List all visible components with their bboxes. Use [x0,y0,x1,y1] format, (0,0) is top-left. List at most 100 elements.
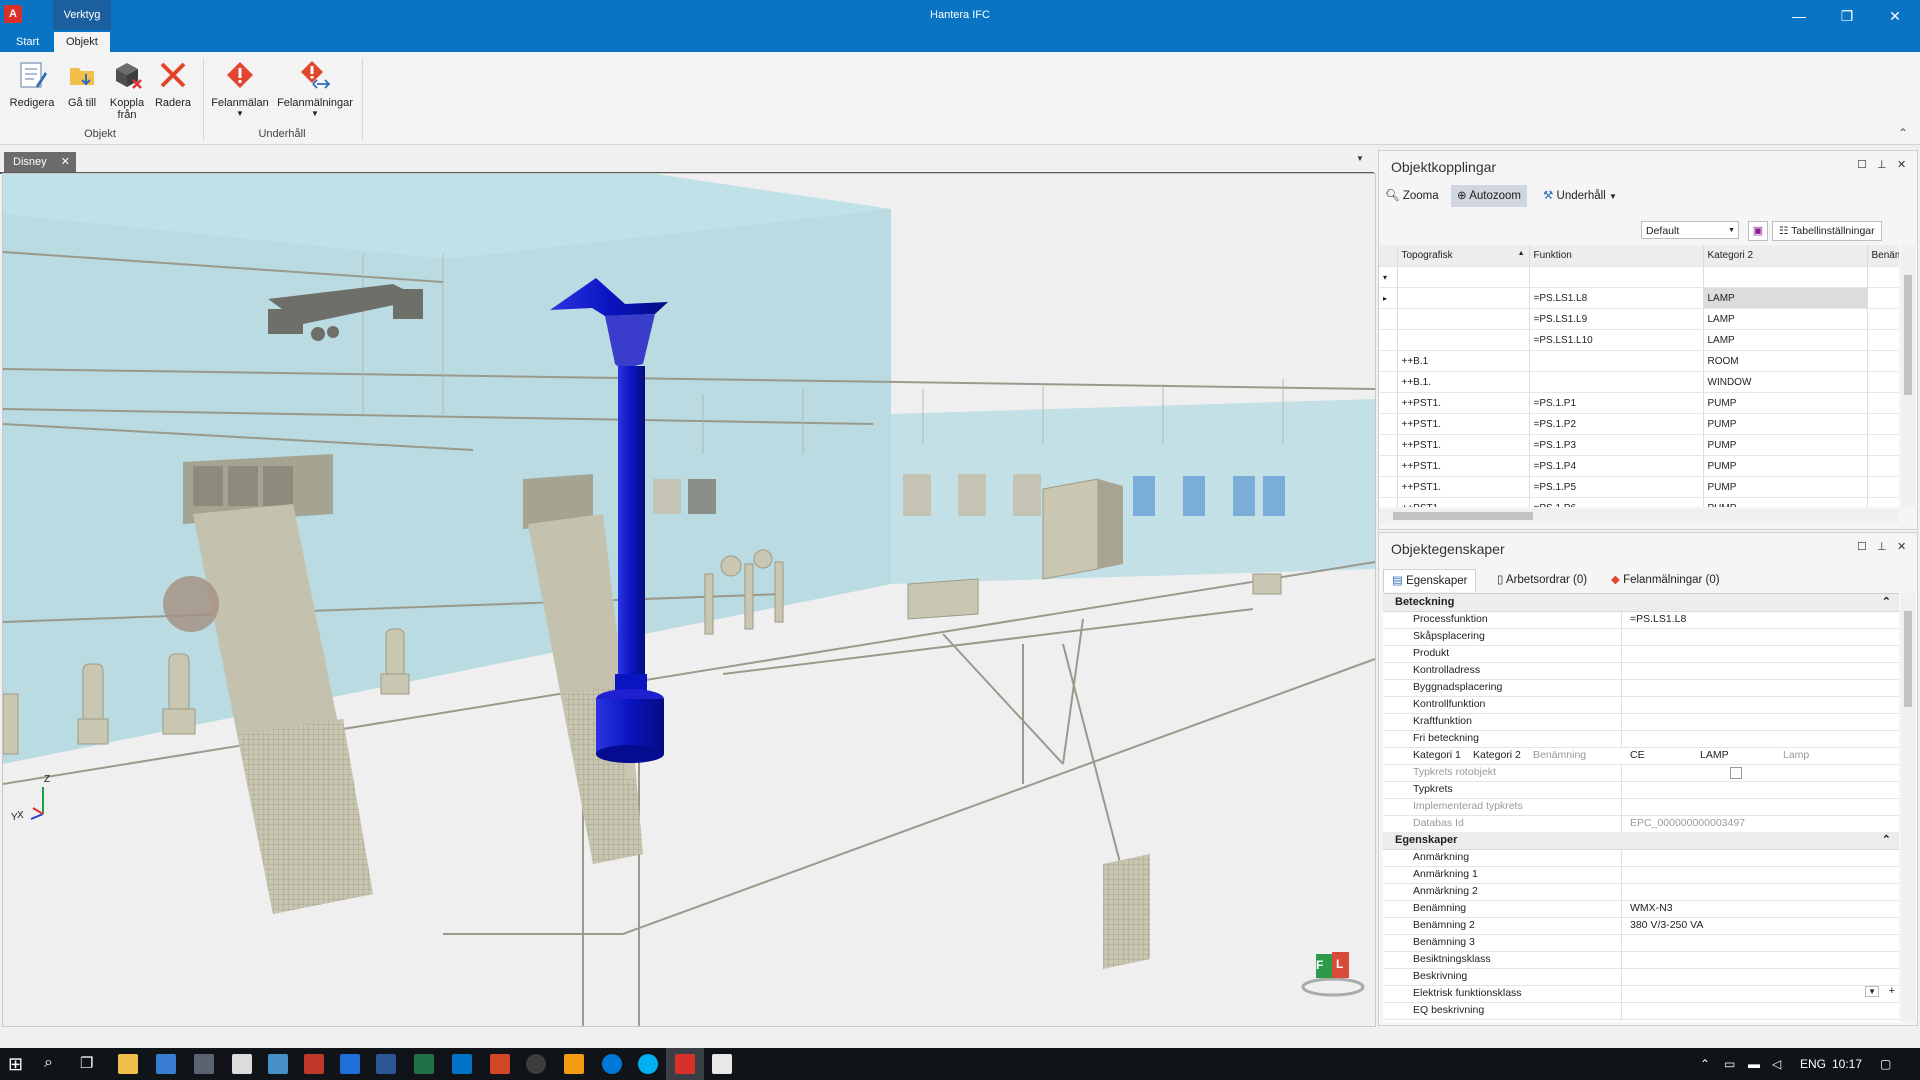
add-icon[interactable]: + [1889,985,1895,997]
property-row[interactable]: Kraftfunktion [1383,713,1899,731]
links-vertical-scrollbar[interactable] [1901,245,1915,507]
collapse-group-icon[interactable]: ⌃ [1882,833,1891,846]
property-row[interactable]: Processfunktion =PS.LS1.L8 [1383,611,1899,629]
property-row[interactable]: Anmärkning 1 [1383,866,1899,884]
fault-report-button[interactable]: Felanmälan ▼ [208,60,272,128]
powerpoint-icon[interactable] [490,1054,510,1074]
task-view-icon[interactable]: ❐ [80,1054,93,1072]
pin-panel-icon[interactable]: ⊥ [1877,158,1887,171]
outlook-app-icon[interactable] [340,1054,360,1074]
property-row[interactable]: Anmärkning 2 [1383,883,1899,901]
property-row[interactable]: Fri beteckning [1383,730,1899,748]
zoom-button[interactable]: 🔍︎ Zooma [1385,185,1439,207]
property-row[interactable]: Typkrets [1383,781,1899,799]
battery-icon[interactable]: ▬ [1748,1048,1760,1080]
col-kategori2[interactable]: Kategori 2 [1703,245,1868,267]
property-row[interactable]: Databas Id EPC_000000000003497 [1383,815,1899,833]
property-row[interactable]: EQ beskrivning [1383,1002,1899,1020]
table-row[interactable]: ++PST1. =PS.1.P2 PUMP [1379,413,1899,435]
property-value[interactable]: EPC_000000000003497 [1630,817,1745,829]
app-icon[interactable] [156,1054,176,1074]
hantera-ifc-icon[interactable] [675,1054,695,1074]
property-row[interactable]: Typkrets rotobjekt [1383,764,1899,782]
property-row[interactable]: Byggnadsplacering [1383,679,1899,697]
property-row[interactable]: Skåpsplacering [1383,628,1899,646]
property-value[interactable]: =PS.LS1.L8 [1630,613,1686,625]
collapse-ribbon-icon[interactable]: ⌃ [1898,126,1908,140]
property-row[interactable]: Anmärkning [1383,849,1899,867]
tab-egenskaper[interactable]: ▤ Egenskaper [1383,569,1477,592]
settings-app-icon[interactable] [194,1054,214,1074]
table-row[interactable]: ▸ =PS.LS1.L8 LAMP [1379,287,1899,309]
edge-icon[interactable] [602,1054,622,1074]
fault-reports-button[interactable]: Felanmälningar ▼ [276,60,354,128]
collapse-group-icon[interactable]: ⌃ [1882,595,1891,608]
table-settings-button[interactable]: ☷ Tabellinställningar [1772,221,1882,241]
table-row[interactable]: ++B.1 ROOM [1379,350,1899,372]
word-icon[interactable] [376,1054,396,1074]
start-icon[interactable]: ⊞ [8,1054,23,1075]
skype-icon[interactable] [638,1054,658,1074]
outlook-icon[interactable] [452,1054,472,1074]
group-beteckning[interactable]: Beteckning ⌃ [1383,594,1899,612]
close-panel-icon[interactable]: ✕ [1897,540,1906,553]
close-panel-icon[interactable]: ✕ [1897,158,1906,171]
search-icon[interactable]: ⌕ [44,1054,53,1072]
snip-tool-icon[interactable] [304,1054,324,1074]
property-row[interactable]: Benämning 2 380 V/3-250 VA [1383,917,1899,935]
col-topografisk[interactable]: Topografisk ▲ [1397,245,1530,267]
language-indicator[interactable]: ENG [1800,1048,1826,1080]
delete-button[interactable]: Radera [152,60,194,128]
3d-viewport[interactable]: Z Y X F L [2,173,1376,1027]
restore-button[interactable]: ❐ [1824,4,1870,28]
table-row[interactable]: ++PST1.=PS.1.P6PUMP [1379,497,1899,507]
scroll-thumb[interactable] [1904,275,1912,395]
chevron-down-icon[interactable]: ▼ [1865,986,1879,997]
app-icon[interactable] [712,1054,732,1074]
property-row[interactable]: Besiktningsklass [1383,951,1899,969]
scroll-thumb[interactable] [1904,611,1912,707]
disconnect-button[interactable]: Koppla från [104,60,150,128]
tab-felanmalningar[interactable]: ◆ Felanmälningar (0) [1603,569,1728,591]
tab-start[interactable]: Start [4,32,51,52]
calculator-icon[interactable] [232,1054,252,1074]
goto-button[interactable]: Gå till [60,60,104,128]
scroll-thumb[interactable] [1393,512,1533,520]
property-value[interactable]: 380 V/3-250 VA [1630,919,1703,931]
col-funktion[interactable]: Funktion [1529,245,1704,267]
properties-vertical-scrollbar[interactable] [1901,593,1915,1021]
property-row[interactable]: Benämning 3 [1383,934,1899,952]
tab-list-dropdown-icon[interactable]: ▼ [1356,154,1364,163]
close-button[interactable]: ✕ [1872,4,1918,28]
maximize-panel-icon[interactable]: ☐ [1857,158,1867,171]
property-row[interactable]: Kontrollfunktion [1383,696,1899,714]
property-row[interactable]: Beskrivning [1383,968,1899,986]
notes-icon[interactable] [268,1054,288,1074]
app-logo-icon[interactable]: A [4,5,22,23]
table-row[interactable]: ++PST1. =PS.1.P5 PUMP [1379,476,1899,498]
property-row[interactable]: Produkt [1383,645,1899,663]
table-row[interactable]: ++PST1. =PS.1.P4 PUMP [1379,455,1899,477]
volume-icon[interactable]: ◁ [1772,1048,1781,1080]
layout-select[interactable]: Default ▼ [1641,221,1739,239]
table-row[interactable]: ++PST1. =PS.1.P3 PUMP [1379,434,1899,456]
tab-arbetsordrar[interactable]: ▯ Arbetsordrar (0) [1489,569,1595,591]
file-explorer-icon[interactable] [118,1054,138,1074]
maintenance-dropdown[interactable]: ⚒ Underhåll ▼ [1543,185,1617,207]
autozoom-button[interactable]: ⊕ Autozoom [1451,185,1527,207]
notifications-icon[interactable]: ▢ [1880,1048,1891,1080]
col-benamning[interactable]: Benämni [1867,245,1899,267]
chrome-icon[interactable] [526,1054,546,1074]
view-cube-left-label[interactable]: L [1336,957,1343,971]
app-icon[interactable] [564,1054,584,1074]
property-row[interactable]: Kontrolladress [1383,662,1899,680]
minimize-button[interactable]: — [1776,4,1822,28]
view-cube-front-label[interactable]: F [1316,958,1323,972]
table-row[interactable]: ++B.1. WINDOW [1379,371,1899,393]
table-row[interactable]: =PS.LS1.L9 LAMP [1379,308,1899,330]
category-row[interactable]: Kategori 1 Kategori 2 Benämning CE LAMP Lamp [1383,747,1899,765]
tray-chevron-icon[interactable]: ⌃ [1700,1048,1710,1080]
links-horizontal-scrollbar[interactable] [1379,509,1899,523]
group-egenskaper[interactable]: Egenskaper ⌃ [1383,832,1899,850]
property-row[interactable]: Elektrisk funktionsklass ▼ + [1383,985,1899,1003]
